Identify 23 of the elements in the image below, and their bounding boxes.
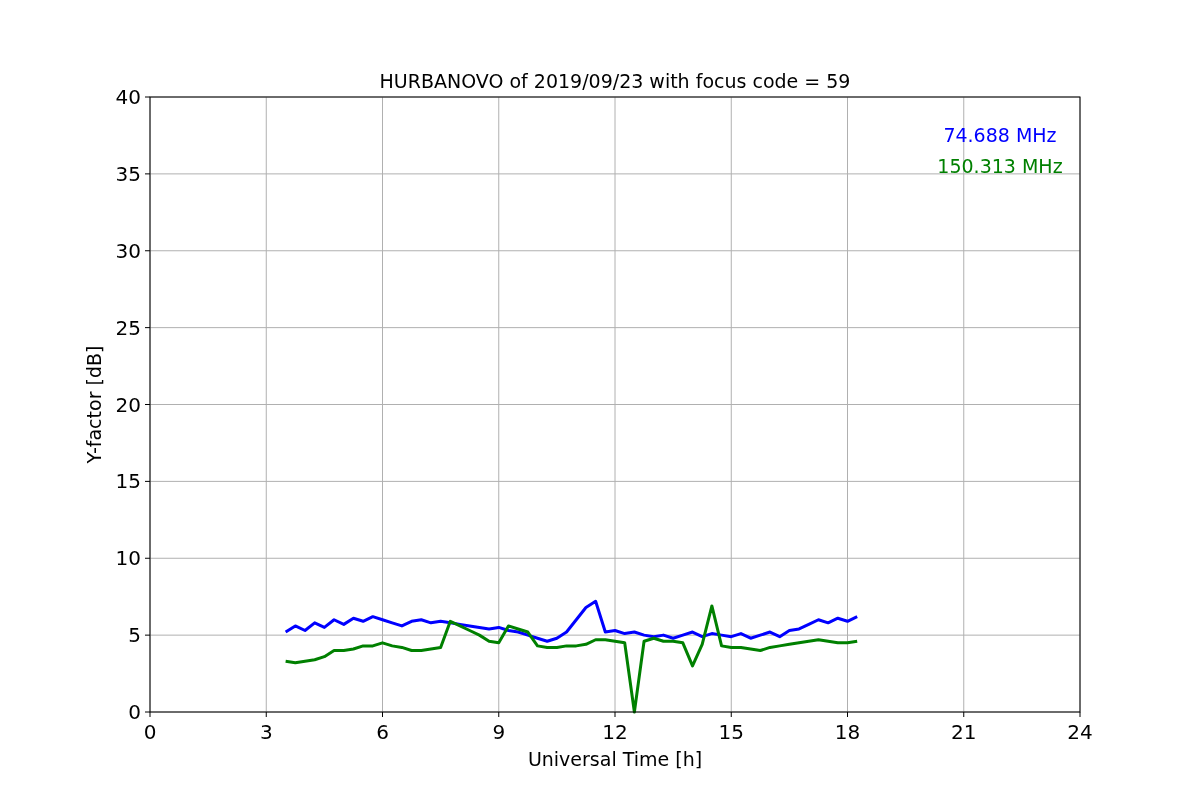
tick-label: 3	[259, 720, 273, 744]
tick-label: 30	[115, 238, 141, 263]
tick-label: 20	[115, 392, 141, 417]
tick-label: 25	[115, 315, 141, 340]
tick-label: 21	[951, 720, 977, 744]
tick-label: 0	[143, 720, 157, 744]
chart-title: HURBANOVO of 2019/09/23 with focus code = 59	[379, 70, 851, 92]
x-axis-label: Universal Time [h]	[527, 748, 703, 770]
tick-label: 40	[115, 85, 141, 109]
tick-label: 35	[115, 161, 141, 186]
tick-label: 5	[128, 623, 141, 648]
tick-label: 6	[376, 720, 389, 744]
legend-label: 150.313 MHz	[937, 155, 1063, 177]
tick-label: 18	[834, 720, 861, 744]
legend-label: 74.688 MHz	[943, 124, 1057, 146]
tick-label: 15	[718, 720, 744, 744]
y-axis-label: Y-factor [dB]	[83, 345, 105, 464]
tick-label: 12	[602, 720, 628, 744]
tick-label: 24	[1067, 720, 1093, 744]
tick-label: 15	[115, 469, 141, 494]
tick-label: 0	[128, 700, 141, 724]
tick-label: 10	[115, 546, 141, 571]
tick-label: 9	[492, 720, 506, 744]
